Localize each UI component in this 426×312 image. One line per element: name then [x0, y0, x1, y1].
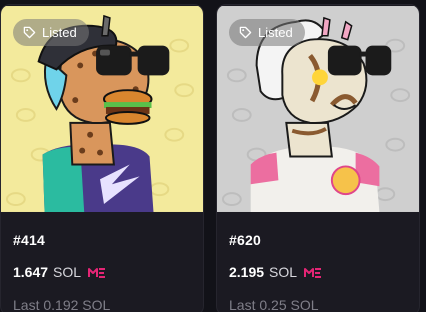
magic-eden-logo-icon: [88, 267, 106, 278]
price-unit: SOL: [269, 264, 298, 280]
nft-grid: Listed #414 1.647 SOL Last 0.192 SOL Lis…: [0, 0, 426, 312]
price-unit: SOL: [53, 264, 82, 280]
nft-image[interactable]: Listed: [217, 5, 419, 213]
magic-eden-logo-icon: [304, 267, 322, 278]
tag-icon: [239, 26, 252, 39]
nft-name[interactable]: #620: [229, 232, 407, 248]
nft-name[interactable]: #414: [13, 232, 191, 248]
card-info: #620 2.195 SOL Last 0.25 SOL: [217, 232, 419, 312]
listed-badge: Listed: [229, 19, 305, 46]
listed-badge: Listed: [13, 19, 89, 46]
price-row: 1.647 SOL: [13, 264, 191, 280]
card-info: #414 1.647 SOL Last 0.192 SOL: [1, 232, 203, 312]
nft-card[interactable]: Listed #620 2.195 SOL Last 0.25 SOL: [216, 4, 420, 312]
last-sale: Last 0.25 SOL: [229, 297, 319, 312]
tag-icon: [23, 26, 36, 39]
nft-card[interactable]: Listed #414 1.647 SOL Last 0.192 SOL: [0, 4, 204, 312]
price-row: 2.195 SOL: [229, 264, 407, 280]
last-sale: Last 0.192 SOL: [13, 297, 111, 312]
badge-label: Listed: [258, 25, 293, 40]
nft-image[interactable]: Listed: [1, 5, 203, 213]
price-value: 1.647: [13, 264, 49, 280]
badge-label: Listed: [42, 25, 77, 40]
price-value: 2.195: [229, 264, 265, 280]
